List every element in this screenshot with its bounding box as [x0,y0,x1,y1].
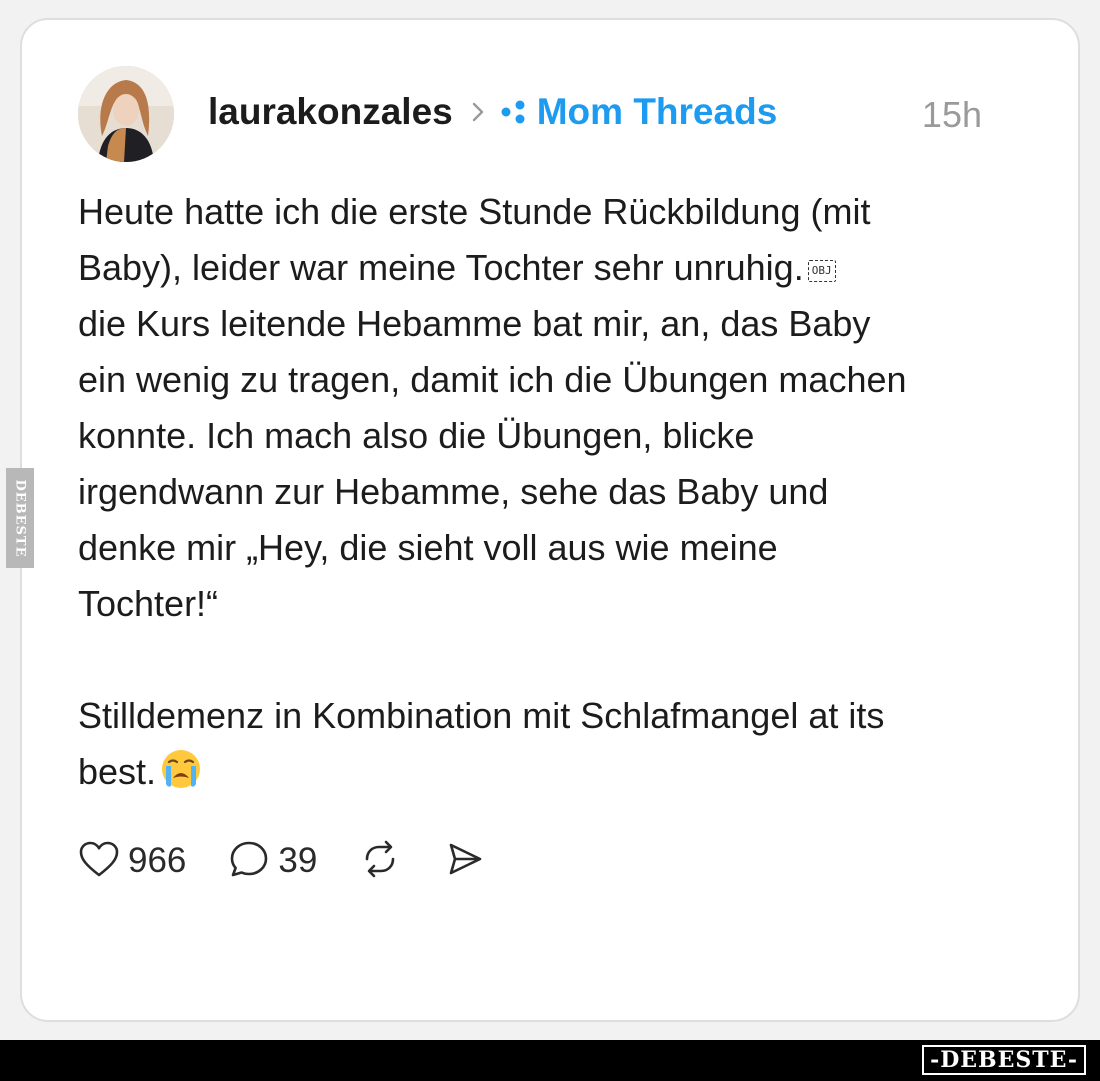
heart-icon [78,839,120,884]
repost-button[interactable] [359,838,401,885]
post-header: laurakonzales Mom Threads [208,84,988,140]
text-line: Baby), leider war meine Tochter sehr unr… [78,240,1008,296]
share-button[interactable] [443,838,485,885]
comment-button[interactable]: 39 [228,838,317,885]
send-icon [443,838,485,885]
post-card: laurakonzales Mom Threads 15h Heute hatt… [20,18,1080,1022]
community-link[interactable]: Mom Threads [537,91,778,133]
text-segment: best. [78,751,157,792]
text-line: denke mir „Hey, die sieht voll aus wie m… [78,527,778,568]
username[interactable]: laurakonzales [208,91,453,133]
loudly-crying-face-emoji [160,748,202,806]
like-count: 966 [128,841,187,880]
text-line: Tochter!“ [78,583,219,624]
avatar-photo [78,66,174,162]
community-dots-icon [499,99,529,125]
post-actions: 966 39 [78,838,485,884]
debeste-logo: -DEBESTE- [922,1045,1086,1075]
object-placeholder-icon: OBJ [807,260,836,282]
side-watermark: DEBESTE [6,468,34,568]
footer-bar: -DEBESTE- [0,1040,1100,1081]
text-line: Stilldemenz in Kombination mit Schlafman… [78,695,885,736]
text-line: best. [78,744,1008,806]
side-watermark-text: DEBESTE [12,478,28,558]
post-timestamp: 15h [921,94,982,135]
comment-bubble-icon [228,838,270,885]
comment-count: 39 [278,841,318,880]
text-line: konnte. Ich mach also die Übungen, blick… [78,415,755,456]
post-body: Heute hatte ich die erste Stunde Rückbil… [78,184,1008,806]
avatar[interactable] [78,66,174,162]
text-line: die Kurs leitende Hebamme bat mir, an, d… [78,303,871,344]
chevron-right-icon [471,101,485,123]
text-line: Heute hatte ich die erste Stunde Rückbil… [78,191,871,232]
text-segment: Baby), leider war meine Tochter sehr unr… [78,247,804,288]
text-line: ein wenig zu tragen, damit ich die Übung… [78,359,907,400]
text-line: irgendwann zur Hebamme, sehe das Baby un… [78,471,829,512]
like-button[interactable]: 966 [78,839,186,884]
repost-icon [359,838,401,885]
